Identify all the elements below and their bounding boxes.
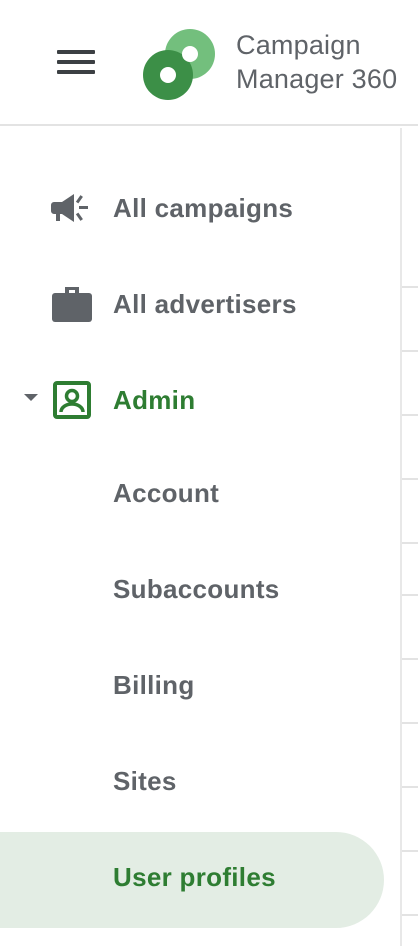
app-title-line1: Campaign [236, 30, 361, 60]
nav-subitem-label: Billing [113, 670, 195, 700]
nav-item-all-advertisers[interactable]: All advertisers [0, 256, 400, 352]
table-row-divider [402, 914, 418, 916]
content-divider [400, 128, 402, 946]
side-navigation: All campaigns All advertisers Admin Acco… [0, 160, 400, 928]
table-row-divider [402, 594, 418, 596]
hamburger-menu-icon [57, 50, 95, 54]
table-row-divider [402, 286, 418, 288]
nav-item-all-campaigns[interactable]: All campaigns [0, 160, 400, 256]
table-row-divider [402, 786, 418, 788]
nav-subitem-label: Account [113, 478, 220, 508]
nav-subitem-account[interactable]: Account [0, 448, 400, 544]
app-title: Campaign Manager 360 [236, 28, 397, 96]
nav-item-label: All campaigns [113, 192, 294, 223]
table-row-divider [402, 722, 418, 724]
nav-subitem-sites[interactable]: Sites [0, 736, 400, 832]
nav-item-label: All advertisers [113, 288, 297, 319]
app-title-line2: Manager 360 [236, 64, 398, 94]
nav-subitem-billing[interactable]: Billing [0, 640, 400, 736]
table-row-divider [402, 542, 418, 544]
nav-subitem-label: Subaccounts [113, 574, 280, 604]
campaign-manager-logo [143, 29, 215, 100]
table-row-divider [402, 350, 418, 352]
table-row-divider [402, 414, 418, 416]
nav-item-admin[interactable]: Admin [0, 352, 400, 448]
nav-subitem-subaccounts[interactable]: Subaccounts [0, 544, 400, 640]
nav-subitem-label: User profiles [113, 862, 276, 892]
megaphone-icon [50, 186, 94, 230]
nav-subitem-label: Sites [113, 766, 177, 796]
app-header: Campaign Manager 360 [0, 0, 418, 126]
briefcase-icon [50, 282, 94, 326]
main-menu-button[interactable] [48, 42, 104, 82]
expand-caret-icon[interactable] [24, 394, 38, 401]
nav-subitem-user-profiles[interactable]: User profiles [0, 832, 384, 928]
table-row-divider [402, 478, 418, 480]
table-row-divider [402, 850, 418, 852]
account-box-icon [50, 378, 94, 422]
table-row-divider [402, 658, 418, 660]
nav-item-label: Admin [113, 384, 196, 415]
